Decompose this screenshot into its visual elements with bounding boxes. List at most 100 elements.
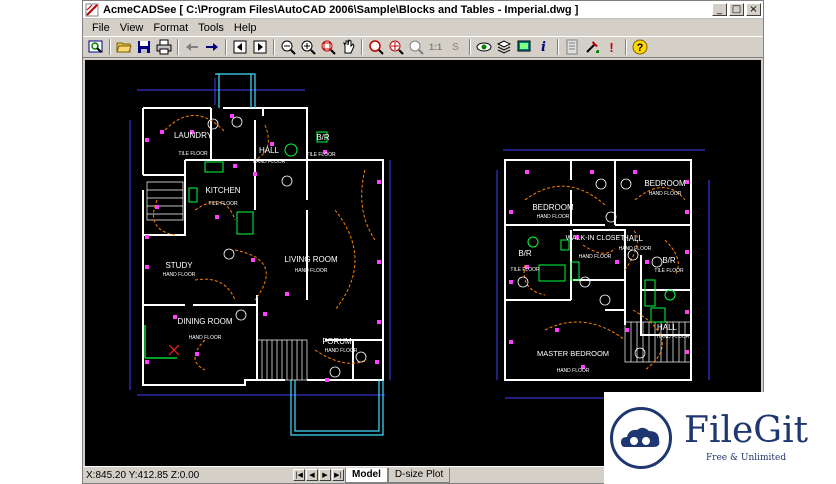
minimize-button[interactable]: _	[712, 3, 727, 16]
filegit-watermark: FileGit Free & Unlimited	[604, 392, 836, 484]
menu-file[interactable]: File	[87, 22, 115, 34]
room-label-bedroom-2: BEDROOM	[644, 179, 686, 188]
menu-tools[interactable]: Tools	[193, 22, 229, 34]
room-label-hall: HALL	[259, 146, 280, 155]
next-layout-button[interactable]: ▶	[319, 469, 331, 481]
floor-label: HAND FLOOR	[253, 159, 286, 165]
acmecadsee-app-icon	[85, 3, 99, 17]
room-label-walk-in-closet: WALK-IN CLOSET	[566, 235, 626, 242]
watermark-brand: FileGit	[684, 410, 809, 451]
pan-button[interactable]	[338, 38, 357, 56]
floor-label: HAND FLOOR	[537, 214, 570, 220]
right-floor-plan: BEDROOM HAND FLOOR BEDROOM HAND FLOOR B/…	[496, 149, 710, 399]
floor-label: HAND FLOOR	[657, 334, 690, 340]
room-label-hall-upper: HALL	[623, 234, 644, 243]
floor-label: HAND FLOOR	[189, 335, 222, 341]
room-label-bath-master: B/R	[662, 256, 676, 265]
help-button[interactable]: ?	[630, 38, 649, 56]
menu-view[interactable]: View	[115, 22, 149, 34]
toolbar-separator	[557, 39, 559, 55]
zoom-out-button[interactable]	[278, 38, 297, 56]
back-arrow-icon	[185, 43, 198, 51]
save-button[interactable]	[134, 38, 153, 56]
exclamation-icon: !	[609, 39, 614, 55]
zoom-out-icon	[281, 40, 296, 55]
room-label-hall-lower: HALL	[657, 323, 678, 332]
print-button[interactable]	[154, 38, 173, 56]
floor-label: HAND FLOOR	[579, 254, 612, 260]
properties-button[interactable]	[562, 38, 581, 56]
room-label-dining: DINING ROOM	[177, 317, 232, 326]
room-label-kitchen: KITCHEN	[205, 186, 240, 195]
title-bar[interactable]: AcmeCADSee [ C:\Program Files\AutoCAD 20…	[83, 1, 763, 19]
zoom-window-icon	[88, 40, 102, 53]
close-button[interactable]: ×	[746, 3, 761, 16]
floor-label: TILE FLOOR	[654, 268, 684, 274]
room-label-laundry: LAUNDRY	[174, 131, 213, 140]
room-label-bath: B/R	[316, 133, 330, 142]
coordinates-readout: X:845.20 Y:412.85 Z:0.00	[86, 469, 200, 481]
room-label-bath-upper: B/R	[518, 249, 532, 258]
menu-bar: File View Format Tools Help	[83, 19, 763, 36]
toolbar-separator	[177, 39, 179, 55]
forward-button[interactable]	[202, 38, 221, 56]
menu-format[interactable]: Format	[148, 22, 193, 34]
tools-button[interactable]	[582, 38, 601, 56]
eye-icon	[476, 42, 491, 52]
toolbar: 1:1 S i ! ?	[83, 36, 763, 58]
tab-d-size-plot[interactable]: D-size Plot	[387, 467, 451, 483]
forward-arrow-icon	[205, 43, 218, 51]
s-label: S	[452, 41, 459, 53]
zoom-realtime-button[interactable]	[406, 38, 425, 56]
room-label-living-room: LIVING ROOM	[284, 255, 338, 264]
one-to-one-button[interactable]: 1:1	[426, 38, 445, 56]
floor-label: HAND FLOOR	[295, 268, 328, 274]
watermark-tagline: Free & Unlimited	[705, 453, 787, 463]
prev-page-button[interactable]	[230, 38, 249, 56]
prev-layout-button[interactable]: ◀	[306, 469, 318, 481]
next-page-button[interactable]	[250, 38, 269, 56]
menu-help[interactable]: Help	[229, 22, 262, 34]
layers-button[interactable]	[494, 38, 513, 56]
floor-label: HAND FLOOR	[557, 368, 590, 374]
next-page-icon	[253, 40, 266, 54]
open-folder-icon	[115, 42, 132, 53]
tab-model[interactable]: Model	[345, 467, 388, 483]
floor-label: HAND FLOOR	[325, 348, 358, 354]
open-button[interactable]	[114, 38, 133, 56]
help-glyph: ?	[636, 42, 643, 54]
room-label-study: STUDY	[165, 261, 193, 270]
properties-icon	[566, 39, 577, 55]
first-layout-button[interactable]: |◀	[293, 469, 305, 481]
last-layout-button[interactable]: ▶|	[332, 469, 344, 481]
maximize-button[interactable]: □	[729, 3, 744, 16]
zoom-in-button[interactable]	[298, 38, 317, 56]
help-icon: ?	[632, 39, 647, 55]
s-button[interactable]: S	[446, 38, 465, 56]
display-button[interactable]	[514, 38, 533, 56]
left-floor-plan: LAUNDRY TILE FLOOR HALL HAND FLOOR B/R T…	[129, 73, 391, 436]
prev-page-icon	[233, 40, 246, 54]
zoom-window-button[interactable]	[86, 38, 105, 56]
zoom-previous-icon	[368, 40, 384, 55]
zoom-in-icon	[301, 40, 316, 55]
info-icon: i	[541, 39, 546, 55]
layers-icon	[496, 40, 511, 54]
zoom-previous-button[interactable]	[366, 38, 385, 56]
back-button[interactable]	[182, 38, 201, 56]
one-to-one-label: 1:1	[428, 42, 442, 52]
toolbar-separator	[273, 39, 275, 55]
info-button[interactable]: i	[534, 38, 553, 56]
floor-label: TILE FLOOR	[178, 151, 208, 157]
floor-label: HAND FLOOR	[163, 272, 196, 278]
room-label-bedroom: BEDROOM	[532, 203, 574, 212]
floor-label: TILE FLOOR	[510, 267, 540, 273]
exclamation-button[interactable]: !	[602, 38, 621, 56]
toolbar-separator	[469, 39, 471, 55]
save-icon	[137, 41, 150, 53]
zoom-extents-button[interactable]	[318, 38, 337, 56]
eye-button[interactable]	[474, 38, 493, 56]
zoom-center-button[interactable]	[386, 38, 405, 56]
tools-icon	[585, 41, 599, 53]
display-icon	[517, 40, 530, 52]
